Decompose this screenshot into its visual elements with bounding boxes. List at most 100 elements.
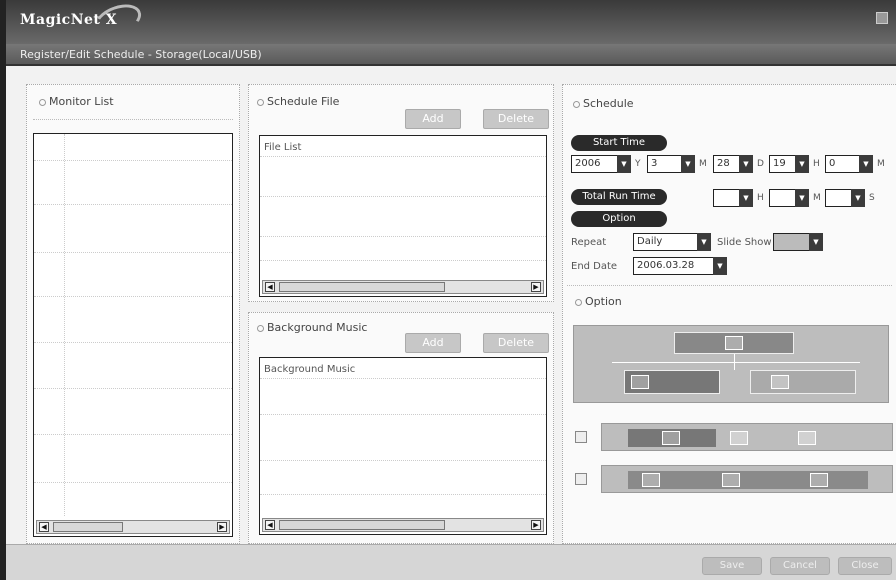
start-time-label: Start Time	[571, 135, 667, 151]
background-music-title-text: Background Music	[267, 321, 368, 334]
hour-value: 19	[773, 158, 786, 169]
column-divider	[64, 134, 65, 516]
list-row	[34, 296, 232, 297]
layout-preview	[573, 325, 889, 403]
end-date-label: End Date	[571, 261, 618, 272]
scroll-thumb[interactable]	[279, 520, 445, 530]
connector-line	[734, 354, 735, 370]
folder-icon	[798, 431, 816, 445]
option-title: Option	[575, 295, 622, 308]
layout-option-2[interactable]	[601, 465, 893, 493]
list-row	[260, 414, 546, 415]
layout-bar	[628, 471, 868, 489]
slide-show-select[interactable]: ▼	[773, 233, 823, 251]
dropdown-arrow-icon[interactable]: ▼	[681, 155, 695, 173]
logo-swoosh-icon	[90, 0, 146, 42]
list-row	[34, 252, 232, 253]
folder-icon	[771, 375, 789, 389]
month-value: 3	[651, 158, 658, 169]
scroll-left-arrow-icon[interactable]: ◀	[265, 282, 275, 292]
horizontal-scrollbar[interactable]: ◀ ▶	[36, 520, 230, 534]
total-run-time-label: Total Run Time	[571, 189, 667, 205]
dropdown-arrow-icon[interactable]: ▼	[795, 155, 809, 173]
layout-zone-left[interactable]	[624, 370, 720, 394]
bullet-icon	[257, 98, 264, 106]
layout-option-1[interactable]	[601, 423, 893, 451]
run-hour-select[interactable]: ▼	[713, 189, 753, 207]
background-music-listbox[interactable]: Background Music ◀ ▶	[259, 357, 547, 535]
scroll-right-arrow-icon[interactable]: ▶	[217, 522, 227, 532]
window-control-button[interactable]	[876, 12, 888, 24]
minute-unit: M	[877, 159, 885, 169]
folder-icon	[631, 375, 649, 389]
run-second-unit: S	[869, 193, 875, 203]
schedule-file-title: Schedule File	[257, 95, 339, 108]
divider	[33, 119, 233, 120]
dropdown-arrow-icon[interactable]: ▼	[739, 189, 753, 207]
dropdown-arrow-icon[interactable]: ▼	[617, 155, 631, 173]
scroll-right-arrow-icon[interactable]: ▶	[531, 282, 541, 292]
scroll-thumb[interactable]	[53, 522, 123, 532]
folder-icon	[642, 473, 660, 487]
end-date-value: 2006.03.28	[637, 260, 695, 271]
day-select[interactable]: 28 ▼	[713, 155, 753, 173]
folder-icon	[810, 473, 828, 487]
close-button[interactable]: Close	[838, 557, 892, 575]
day-unit: D	[757, 159, 764, 169]
list-row	[260, 260, 546, 261]
background-music-delete-button[interactable]: Delete	[483, 333, 549, 353]
dropdown-arrow-icon[interactable]: ▼	[851, 189, 865, 207]
dropdown-arrow-icon[interactable]: ▼	[713, 257, 727, 275]
layout-option-2-checkbox[interactable]	[575, 473, 587, 485]
monitor-listbox[interactable]: ◀ ▶	[33, 133, 233, 537]
schedule-title-text: Schedule	[583, 97, 634, 110]
minute-select[interactable]: 0 ▼	[825, 155, 873, 173]
horizontal-scrollbar[interactable]: ◀ ▶	[262, 518, 544, 532]
dropdown-arrow-icon[interactable]: ▼	[795, 189, 809, 207]
background-music-panel: Background Music Add Delete Background M…	[248, 312, 554, 544]
background-music-add-button[interactable]: Add	[405, 333, 461, 353]
horizontal-scrollbar[interactable]: ◀ ▶	[262, 280, 544, 294]
list-row	[34, 342, 232, 343]
schedule-file-delete-button[interactable]: Delete	[483, 109, 549, 129]
schedule-file-add-button[interactable]: Add	[405, 109, 461, 129]
month-select[interactable]: 3 ▼	[647, 155, 695, 173]
dropdown-arrow-icon[interactable]: ▼	[859, 155, 873, 173]
option-label: Option	[571, 211, 667, 227]
layout-option-1-checkbox[interactable]	[575, 431, 587, 443]
connector-line	[612, 362, 860, 363]
run-second-select[interactable]: ▼	[825, 189, 865, 207]
title-bar: MagicNet X	[6, 0, 896, 44]
scroll-right-arrow-icon[interactable]: ▶	[531, 520, 541, 530]
layout-zone-right[interactable]	[750, 370, 856, 394]
list-row	[34, 482, 232, 483]
save-button[interactable]: Save	[702, 557, 762, 575]
repeat-select[interactable]: Daily ▼	[633, 233, 711, 251]
dropdown-arrow-icon[interactable]: ▼	[697, 233, 711, 251]
scroll-left-arrow-icon[interactable]: ◀	[39, 522, 49, 532]
cancel-button[interactable]: Cancel	[770, 557, 830, 575]
list-row	[260, 378, 546, 379]
run-minute-select[interactable]: ▼	[769, 189, 809, 207]
layout-zone-top[interactable]	[674, 332, 794, 354]
option-title-text: Option	[585, 295, 622, 308]
scroll-left-arrow-icon[interactable]: ◀	[265, 520, 275, 530]
dropdown-arrow-icon[interactable]: ▼	[809, 233, 823, 251]
folder-icon	[722, 473, 740, 487]
slide-show-label: Slide Show	[717, 237, 772, 248]
minute-value: 0	[829, 158, 836, 169]
monitor-list-title: Monitor List	[39, 95, 114, 108]
end-date-picker[interactable]: 2006.03.28 ▼	[633, 257, 727, 275]
run-hour-unit: H	[757, 193, 764, 203]
dropdown-arrow-icon[interactable]: ▼	[739, 155, 753, 173]
list-header: File List	[264, 142, 302, 153]
dialog-footer: Save Cancel Close	[6, 544, 896, 580]
main-window: MagicNet X Register/Edit Schedule - Stor…	[0, 0, 896, 580]
month-unit: M	[699, 159, 707, 169]
list-row	[260, 236, 546, 237]
schedule-file-listbox[interactable]: File List ◀ ▶	[259, 135, 547, 297]
list-row	[34, 388, 232, 389]
year-select[interactable]: 2006 ▼	[571, 155, 631, 173]
scroll-thumb[interactable]	[279, 282, 445, 292]
hour-select[interactable]: 19 ▼	[769, 155, 809, 173]
